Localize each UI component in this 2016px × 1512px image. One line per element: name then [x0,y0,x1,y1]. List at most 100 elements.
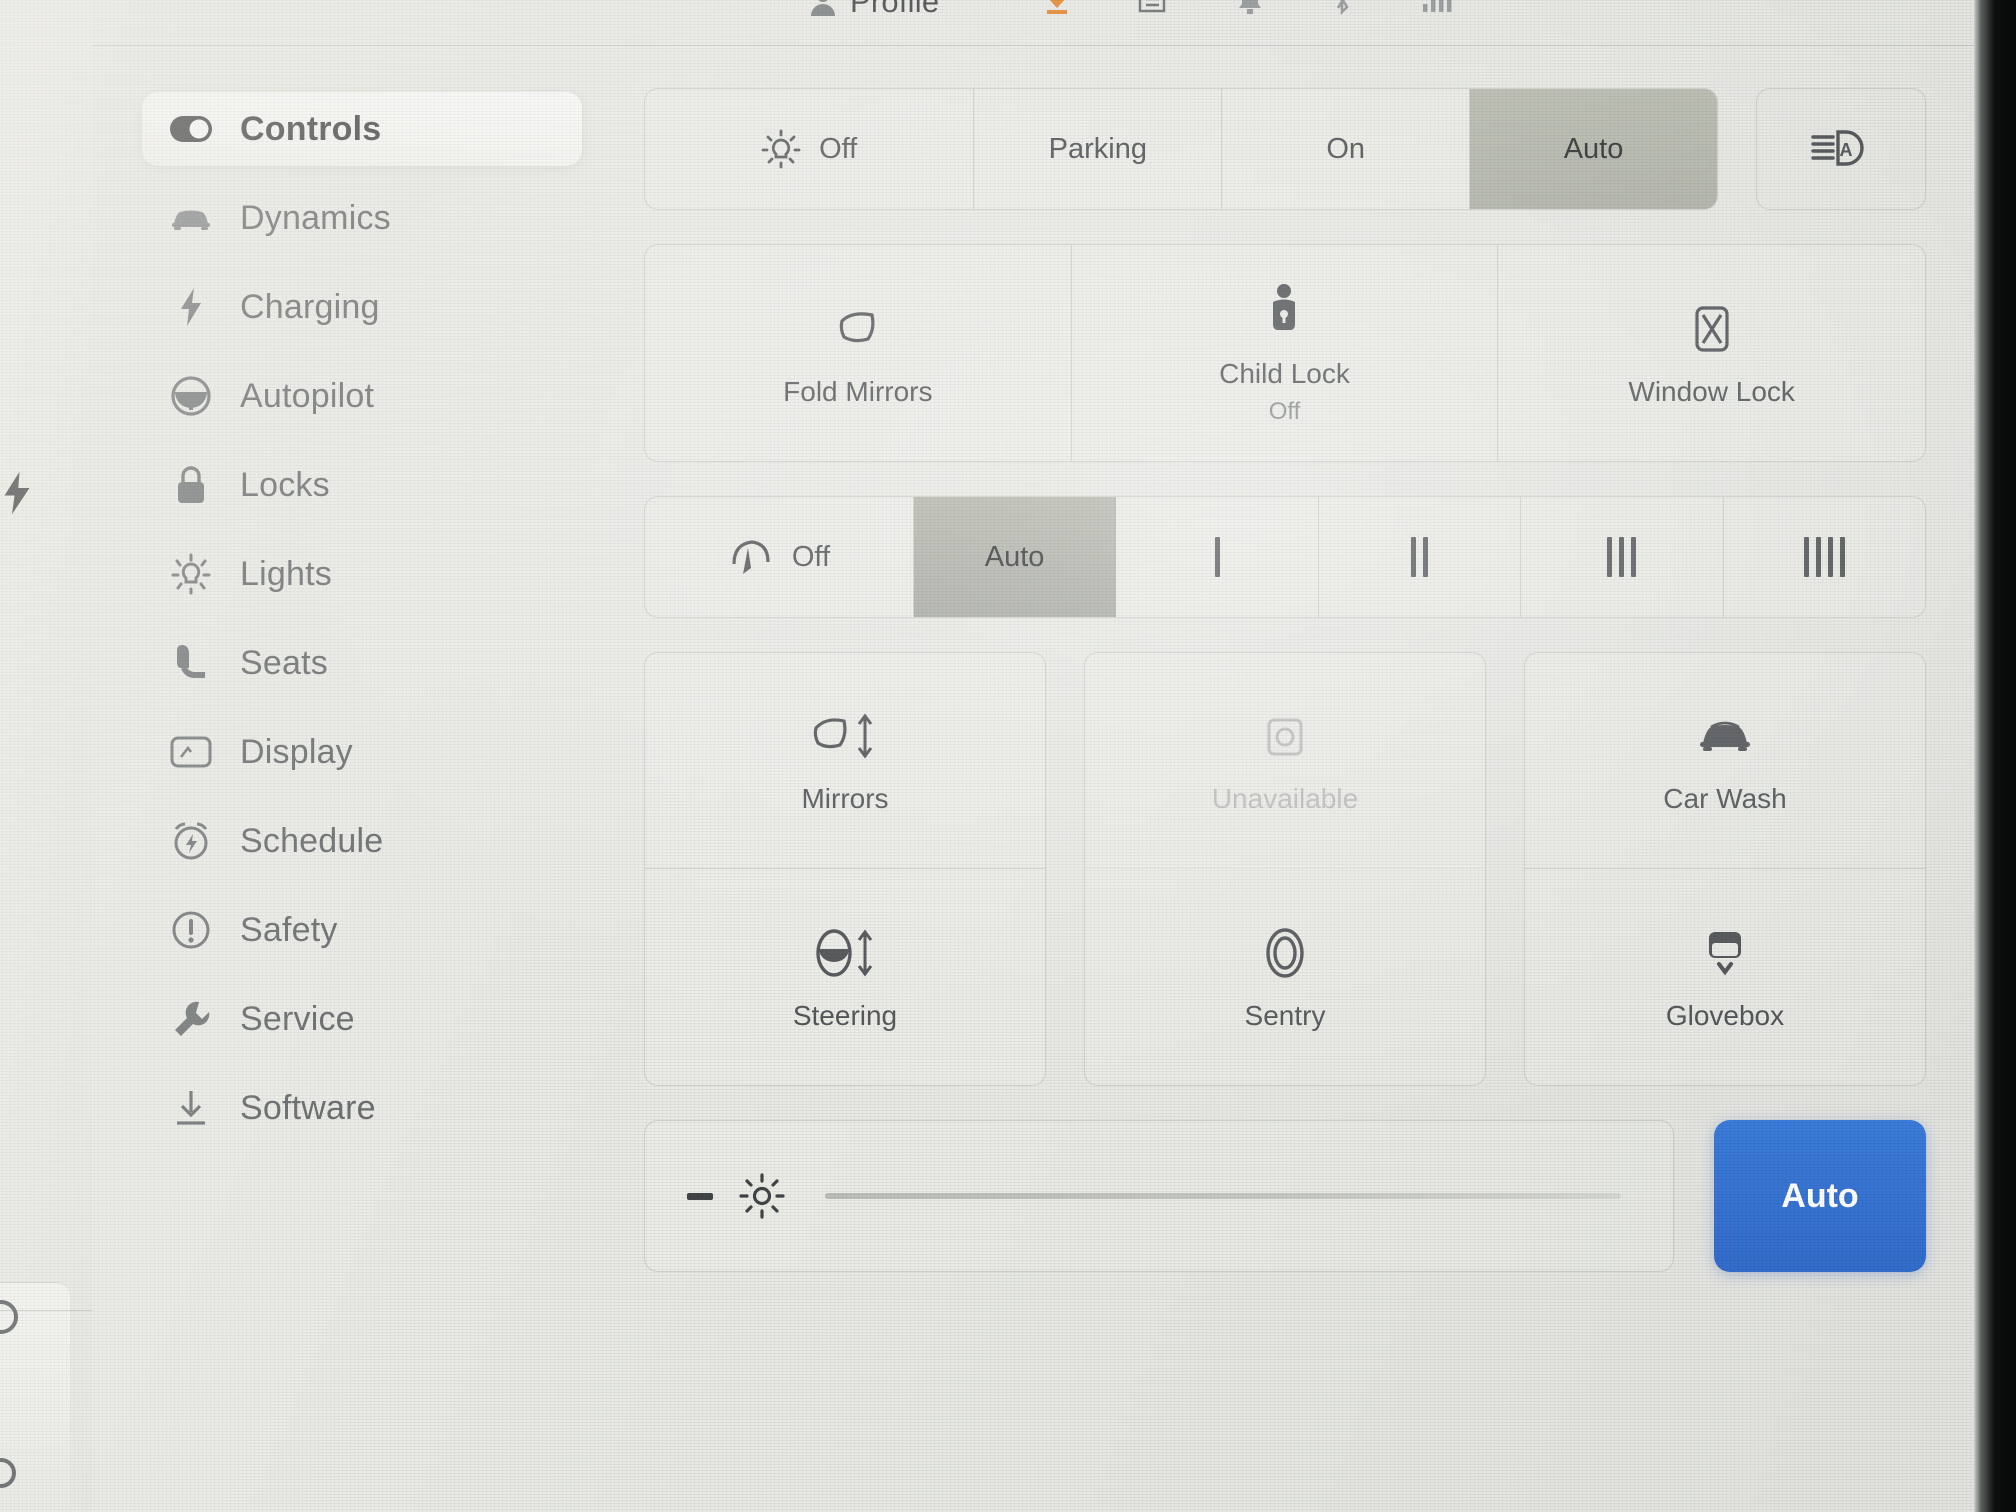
sidebar-item-autopilot[interactable]: Autopilot [142,359,582,433]
sidebar-item-label: Autopilot [240,376,375,415]
sidebar-item-dynamics[interactable]: Dynamics [142,181,582,255]
screen-icon [170,731,212,773]
steering-adjust-button[interactable]: Steering [645,869,1045,1085]
brightness-slider-card[interactable] [644,1120,1674,1272]
wipers-speed-1-option[interactable] [1116,497,1319,617]
headlights-on-option[interactable]: On [1222,89,1471,209]
sidebar-item-schedule[interactable]: Schedule [142,804,582,878]
mirror-adjust-icon [808,705,882,767]
signal-bars-icon [1422,0,1456,12]
auto-high-beam-button[interactable]: A [1756,88,1926,210]
toggle-switch-icon [170,108,212,150]
sidebar-item-label: Controls [240,109,382,148]
car-wash-icon [1697,705,1753,767]
sidebar-item-label: Lights [240,554,332,593]
auto-high-beam-icon: A [1810,127,1872,171]
sidebar-item-seats[interactable]: Seats [142,626,582,700]
window-lock-icon [1690,298,1734,360]
sidebar-item-label: Service [240,999,355,1038]
tile-label: Mirrors [801,783,889,815]
sun-rays-icon [170,553,212,595]
sentry-mode-button[interactable]: Sentry [1085,869,1485,1085]
brightness-row: Auto [644,1120,1926,1272]
segment-label: Auto [1563,132,1624,165]
svg-text:A: A [1840,140,1853,160]
headlights-auto-option[interactable]: Auto [1470,89,1717,209]
fold-mirrors-button[interactable]: Fold Mirrors [645,245,1072,461]
sidebar-item-label: Charging [240,287,380,326]
speed-ticks-1 [1214,537,1220,577]
segment-label: On [1326,132,1366,165]
list-icon[interactable] [1138,0,1166,14]
tile-column-3: Car Wash Glovebox [1524,652,1926,1086]
headlights-parking-option[interactable]: Parking [974,89,1223,209]
headlight-sun-icon [761,129,801,169]
segment-label: Auto [984,540,1045,573]
camera-unavailable-tile: Unavailable [1085,653,1485,869]
sidebar-item-safety[interactable]: Safety [142,893,582,967]
sidebar-item-service[interactable]: Service [142,982,582,1056]
sidebar-item-display[interactable]: Display [142,715,582,789]
sentry-eye-icon [1259,922,1311,984]
wipers-auto-option[interactable]: Auto [913,497,1117,617]
brightness-sun-icon [739,1173,785,1219]
mirrors-adjust-button[interactable]: Mirrors [645,653,1045,869]
wipers-speed-2-option[interactable] [1319,497,1522,617]
glovebox-button[interactable]: Glovebox [1525,869,1925,1085]
tile-label: Car Wash [1663,783,1787,815]
mirror-icon [832,298,884,360]
controls-panel: Profile Controls Dynamics Charging Autop… [92,0,1974,1512]
alarm-clock-icon [170,820,212,862]
tile-label: Glovebox [1665,999,1785,1031]
wipers-off-option[interactable]: Off [645,497,914,617]
child-lock-status: Off [1268,398,1301,426]
segment-label: Off [819,132,858,165]
sidebar-item-lights[interactable]: Lights [142,537,582,611]
status-bar: Profile [92,0,1974,46]
tile-label: Steering [792,999,898,1031]
glovebox-icon [1699,922,1751,984]
lights-control-row: Off Parking On Auto A [644,88,1926,210]
software-update-icon[interactable] [1044,0,1070,14]
settings-sidebar: Controls Dynamics Charging Autopilot Loc… [142,92,582,1160]
vehicle-touchscreen: Profile Controls Dynamics Charging Autop… [0,0,2016,1512]
sidebar-item-locks[interactable]: Locks [142,448,582,522]
sidebar-item-label: Safety [240,910,338,949]
child-lock-button[interactable]: Child Lock Off [1072,245,1499,461]
sidebar-item-label: Schedule [240,821,384,860]
wrench-icon [170,998,212,1040]
tile-label: Window Lock [1628,375,1795,407]
wipers-speed-3-option[interactable] [1521,497,1724,617]
auto-button-label: Auto [1781,1176,1859,1215]
sidebar-item-controls[interactable]: Controls [142,92,582,166]
sidebar-item-software[interactable]: Software [142,1071,582,1145]
steering-adjust-icon [808,922,882,984]
tile-label: Unavailable [1211,783,1359,815]
tile-label: Sentry [1244,999,1326,1031]
sidebar-item-charging[interactable]: Charging [142,270,582,344]
wipers-segmented-control: Off Auto [644,496,1926,618]
brightness-slider-track[interactable] [825,1193,1621,1199]
wipers-speed-4-option[interactable] [1724,497,1925,617]
controls-content: Off Parking On Auto A Fold Mirrors Child… [644,88,1926,1272]
headlights-off-option[interactable]: Off [645,89,975,209]
steering-wheel-icon [170,375,212,417]
wiper-icon [728,536,774,578]
window-lock-button[interactable]: Window Lock [1498,245,1925,461]
tile-label: Child Lock [1219,357,1350,389]
tile-label: Fold Mirrors [783,375,933,407]
exclamation-circle-icon [170,909,212,951]
display-bezel [1974,0,2016,1512]
profile-button[interactable]: Profile [808,0,939,20]
tile-column-1: Mirrors Steering [644,652,1046,1086]
brightness-auto-button[interactable]: Auto [1714,1120,1926,1272]
sidebar-item-label: Software [240,1088,376,1127]
minus-icon[interactable] [687,1192,713,1200]
bluetooth-off-icon[interactable] [1330,0,1354,16]
segment-label: Parking [1048,132,1147,165]
bell-icon[interactable] [1236,0,1264,16]
speed-ticks-3 [1607,537,1637,577]
mirror-lock-row: Fold Mirrors Child Lock Off Window Lock [644,244,1926,462]
camera-icon [1262,705,1308,767]
car-wash-button[interactable]: Car Wash [1525,653,1925,869]
